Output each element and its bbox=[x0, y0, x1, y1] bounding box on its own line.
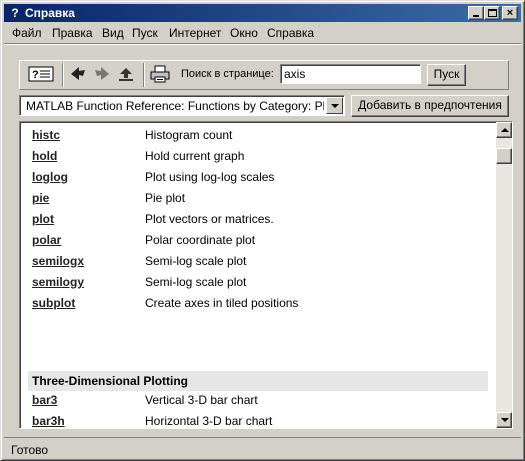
menu-view[interactable]: Вид bbox=[102, 26, 124, 40]
help-navigator-button[interactable]: ? bbox=[28, 64, 56, 86]
menu-internet[interactable]: Интернет bbox=[169, 26, 221, 40]
status-bar: Готово bbox=[4, 437, 521, 457]
scroll-down-button[interactable] bbox=[496, 412, 512, 428]
menu-file[interactable]: Файл bbox=[12, 26, 42, 40]
forward-arrow-icon bbox=[95, 67, 109, 80]
menu-window[interactable]: Окно bbox=[230, 26, 258, 40]
function-description: Pie plot bbox=[145, 191, 186, 205]
function-link[interactable]: loglog bbox=[32, 170, 68, 184]
function-description: Plot using log-log scales bbox=[145, 170, 275, 184]
menu-edit[interactable]: Правка bbox=[52, 26, 93, 40]
search-label: Поиск в странице: bbox=[181, 68, 274, 80]
menu-bar: Файл Правка Вид Пуск Интернет Окно Справ… bbox=[4, 24, 521, 42]
menu-help[interactable]: Справка bbox=[267, 26, 314, 40]
title-bar[interactable]: ? Справка × bbox=[4, 4, 521, 22]
help-window: ? Справка × Файл Правка Вид Пуск Интерне… bbox=[0, 0, 525, 461]
forward-button[interactable] bbox=[92, 64, 114, 86]
close-button[interactable]: × bbox=[502, 6, 518, 20]
svg-text:?: ? bbox=[32, 69, 39, 81]
arrow-up-icon bbox=[501, 128, 509, 132]
dropdown-button[interactable] bbox=[326, 97, 343, 114]
function-description: Create axes in tiled positions bbox=[145, 296, 299, 310]
help-navigator-icon: ? bbox=[28, 66, 54, 82]
function-link[interactable]: hold bbox=[32, 149, 57, 163]
function-link[interactable]: semilogy bbox=[32, 275, 84, 289]
reload-icon bbox=[119, 68, 133, 81]
help-content-pane: histc Histogram count hold Hold current … bbox=[19, 121, 513, 429]
search-input[interactable] bbox=[280, 64, 421, 84]
print-icon bbox=[150, 65, 170, 83]
function-link[interactable]: subplot bbox=[32, 296, 75, 310]
function-description: Polar coordinate plot bbox=[145, 233, 256, 247]
back-button[interactable] bbox=[68, 64, 90, 86]
function-link[interactable]: histc bbox=[32, 128, 60, 142]
minimize-button[interactable] bbox=[468, 6, 484, 20]
function-link[interactable]: plot bbox=[32, 212, 54, 226]
location-value: MATLAB Function Reference: Functions by … bbox=[26, 99, 324, 113]
function-description: Horizontal 3-D bar chart bbox=[145, 414, 273, 428]
search-go-button[interactable]: Пуск bbox=[427, 64, 466, 86]
chevron-down-icon bbox=[331, 104, 339, 108]
function-link[interactable]: bar3 bbox=[32, 393, 57, 407]
toolbar-separator bbox=[143, 63, 145, 87]
function-description: Histogram count bbox=[145, 128, 233, 142]
window-title: Справка bbox=[25, 6, 75, 20]
minimize-icon bbox=[473, 15, 479, 17]
scroll-thumb[interactable] bbox=[496, 148, 512, 164]
reload-button[interactable] bbox=[116, 64, 138, 86]
vertical-scrollbar[interactable] bbox=[496, 122, 512, 428]
location-combobox[interactable]: MATLAB Function Reference: Functions by … bbox=[19, 95, 345, 116]
maximize-button[interactable] bbox=[484, 6, 500, 20]
function-link[interactable]: pie bbox=[32, 191, 49, 205]
function-link[interactable]: bar3h bbox=[32, 414, 65, 428]
function-description: Semi-log scale plot bbox=[145, 254, 247, 268]
help-app-icon: ? bbox=[11, 6, 19, 20]
menu-separator bbox=[4, 43, 521, 45]
add-to-favorites-button[interactable]: Добавить в предпочтения bbox=[351, 95, 509, 117]
toolbar-separator bbox=[62, 63, 64, 87]
print-button[interactable] bbox=[149, 64, 173, 86]
function-description: Plot vectors or matrices. bbox=[145, 212, 274, 226]
menu-start[interactable]: Пуск bbox=[132, 26, 158, 40]
function-description: Semi-log scale plot bbox=[145, 275, 247, 289]
function-description: Hold current graph bbox=[145, 149, 245, 163]
function-description: Vertical 3-D bar chart bbox=[145, 393, 258, 407]
section-header: Three-Dimensional Plotting bbox=[28, 371, 488, 391]
back-arrow-icon bbox=[71, 67, 85, 80]
function-link[interactable]: polar bbox=[32, 233, 61, 247]
arrow-down-icon bbox=[501, 418, 509, 422]
scroll-up-button[interactable] bbox=[496, 122, 512, 138]
status-text: Готово bbox=[11, 443, 49, 457]
close-icon: × bbox=[506, 7, 514, 19]
maximize-icon bbox=[488, 9, 497, 17]
function-link[interactable]: semilogx bbox=[32, 254, 84, 268]
